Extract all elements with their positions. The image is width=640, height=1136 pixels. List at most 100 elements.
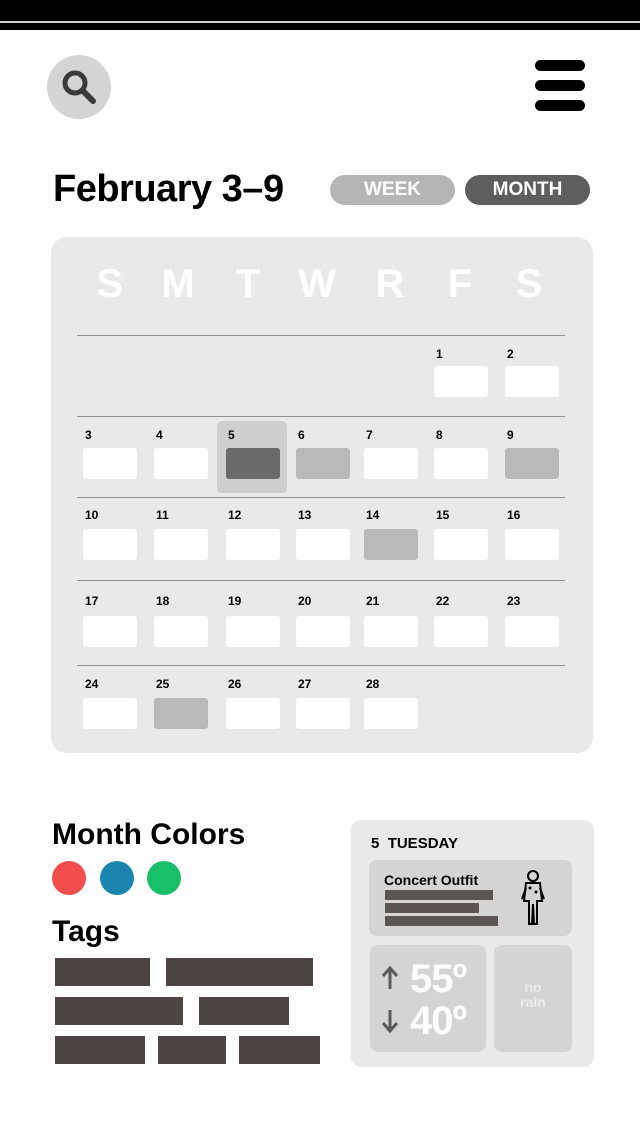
color-swatch-red[interactable] (52, 861, 86, 895)
day-number: 5 (228, 428, 235, 442)
weekday-header: F (447, 262, 473, 306)
day-number: 21 (366, 594, 380, 608)
week-divider (77, 335, 565, 336)
search-icon (62, 70, 96, 104)
day-cell-7[interactable] (364, 448, 418, 479)
day-number: 25 (156, 677, 170, 691)
day-cell-11[interactable] (154, 529, 208, 560)
day-cell-1[interactable] (434, 366, 488, 397)
day-number: 22 (436, 594, 450, 608)
day-cell-4[interactable] (154, 448, 208, 479)
day-cell-8[interactable] (434, 448, 488, 479)
tags-title: Tags (52, 915, 120, 948)
day-cell-2[interactable] (505, 366, 559, 397)
day-number: 10 (85, 508, 99, 522)
day-cell-27[interactable] (296, 698, 350, 729)
day-cell-14[interactable] (364, 529, 418, 560)
day-number: 20 (298, 594, 312, 608)
day-cell-13[interactable] (296, 529, 350, 560)
weekday-header: R (375, 262, 405, 306)
day-cell-21[interactable] (364, 616, 418, 647)
outfit-title: Concert Outfit (384, 872, 479, 888)
outfit-detail-line (385, 903, 479, 913)
day-detail-header: 5 TUESDAY (371, 835, 458, 852)
tag-chip[interactable] (239, 1036, 320, 1064)
calendar-panel (51, 237, 593, 753)
day-cell-17[interactable] (83, 616, 137, 647)
day-number: 27 (298, 677, 312, 691)
day-cell-5[interactable] (226, 448, 280, 479)
day-number: 14 (366, 508, 380, 522)
day-number: 24 (85, 677, 99, 691)
search-button[interactable] (47, 55, 111, 119)
weekday-header: T (235, 262, 261, 306)
day-number: 19 (228, 594, 242, 608)
tag-chip[interactable] (55, 958, 150, 986)
weekday-header: M (161, 262, 195, 306)
tag-chip[interactable] (158, 1036, 226, 1064)
hamburger-menu-icon[interactable] (535, 58, 587, 114)
arrow-up-icon (381, 965, 399, 989)
day-cell-15[interactable] (434, 529, 488, 560)
day-number: 15 (436, 508, 450, 522)
day-cell-6[interactable] (296, 448, 350, 479)
day-number: 6 (298, 428, 305, 442)
day-number: 9 (507, 428, 514, 442)
week-divider (77, 497, 565, 498)
day-cell-23[interactable] (505, 616, 559, 647)
tag-chip[interactable] (199, 997, 289, 1025)
day-detail-weekday: TUESDAY (387, 835, 458, 852)
day-number: 28 (366, 677, 380, 691)
day-cell-19[interactable] (226, 616, 280, 647)
day-number: 23 (507, 594, 521, 608)
week-divider (77, 665, 565, 666)
weekday-header: S (515, 262, 543, 306)
day-number: 1 (436, 347, 443, 361)
month-view-button[interactable]: MONTH (465, 175, 590, 205)
day-cell-22[interactable] (434, 616, 488, 647)
rain-status: no rain (520, 979, 546, 1010)
day-number: 4 (156, 428, 163, 442)
day-cell-25[interactable] (154, 698, 208, 729)
day-number: 3 (85, 428, 92, 442)
day-cell-26[interactable] (226, 698, 280, 729)
week-view-button[interactable]: WEEK (330, 175, 455, 205)
day-cell-28[interactable] (364, 698, 418, 729)
tag-chip[interactable] (55, 1036, 145, 1064)
color-swatch-blue[interactable] (100, 861, 134, 895)
day-number: 7 (366, 428, 373, 442)
weekday-header: W (298, 262, 336, 306)
day-number: 12 (228, 508, 242, 522)
day-number: 18 (156, 594, 170, 608)
status-bar (0, 0, 640, 30)
temp-low: 40º (410, 999, 467, 1043)
arrow-down-icon (381, 1010, 399, 1034)
day-number: 26 (228, 677, 242, 691)
day-cell-20[interactable] (296, 616, 350, 647)
day-cell-9[interactable] (505, 448, 559, 479)
outfit-detail-line (385, 916, 498, 926)
day-cell-18[interactable] (154, 616, 208, 647)
week-divider (77, 416, 565, 417)
day-cell-12[interactable] (226, 529, 280, 560)
page-title: February 3–9 (53, 168, 284, 210)
day-cell-24[interactable] (83, 698, 137, 729)
tag-chip[interactable] (166, 958, 313, 986)
day-number: 16 (507, 508, 521, 522)
day-number: 11 (156, 508, 169, 522)
day-detail-number: 5 (371, 835, 380, 852)
day-cell-3[interactable] (83, 448, 137, 479)
day-cell-16[interactable] (505, 529, 559, 560)
day-cell-10[interactable] (83, 529, 137, 560)
color-swatch-green[interactable] (147, 861, 181, 895)
day-number: 13 (298, 508, 312, 522)
outfit-detail-line (385, 890, 493, 900)
day-number: 17 (85, 594, 99, 608)
day-number: 8 (436, 428, 443, 442)
temp-high: 55º (410, 957, 467, 1001)
weekday-header: S (96, 262, 124, 306)
month-colors-title: Month Colors (52, 818, 246, 851)
week-divider (77, 580, 565, 581)
day-number: 2 (507, 347, 514, 361)
tag-chip[interactable] (55, 997, 183, 1025)
